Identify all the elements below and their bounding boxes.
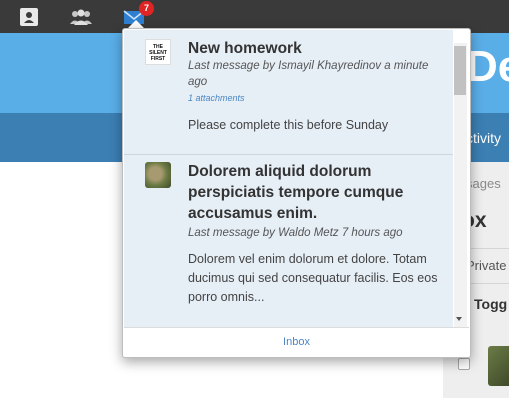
page-title-fragment: De (466, 42, 509, 91)
message-preview: Dolorem vel enim dolorum et dolore. Tota… (188, 252, 438, 304)
message-preview: Please complete this before Sunday (188, 118, 389, 132)
attachments-link[interactable]: 1 attachments (188, 93, 245, 103)
scroll-down-icon[interactable] (456, 317, 462, 321)
messages-dropdown: THE SILENT FIRST New homework Last messa… (122, 28, 471, 358)
dropdown-caret (128, 20, 144, 28)
toggle-all-label[interactable]: Togg (474, 296, 507, 312)
scrollbar-thumb[interactable] (454, 46, 466, 95)
dropdown-footer: Inbox (124, 327, 469, 357)
message-checkbox[interactable] (458, 358, 470, 370)
message-title[interactable]: Dolorem aliquid dolorum perspiciatis tem… (188, 161, 443, 224)
avatar-label: THE SILENT FIRST (149, 44, 167, 62)
divider (124, 154, 453, 155)
group-icon[interactable] (69, 6, 93, 28)
unread-badge: 7 (139, 1, 154, 16)
message-title[interactable]: New homework (188, 38, 443, 59)
avatar: THE SILENT FIRST (145, 39, 171, 65)
message-meta: Last message by Waldo Metz 7 hours ago (188, 227, 403, 239)
avatar (488, 346, 509, 386)
list-item[interactable]: Dolorem aliquid dolorum perspiciatis tem… (124, 156, 453, 327)
user-icon[interactable] (19, 6, 39, 28)
tab-activity[interactable]: ctivity (466, 130, 501, 146)
breadcrumb[interactable]: sages (466, 176, 501, 191)
inbox-link[interactable]: Inbox (283, 336, 310, 348)
tab-private[interactable]: Private (466, 258, 506, 273)
list-item[interactable]: THE SILENT FIRST New homework Last messa… (124, 30, 453, 154)
message-meta: Last message by Ismayil Khayredinov a mi… (188, 60, 429, 88)
messages-list: THE SILENT FIRST New homework Last messa… (124, 30, 453, 327)
avatar (145, 162, 171, 188)
